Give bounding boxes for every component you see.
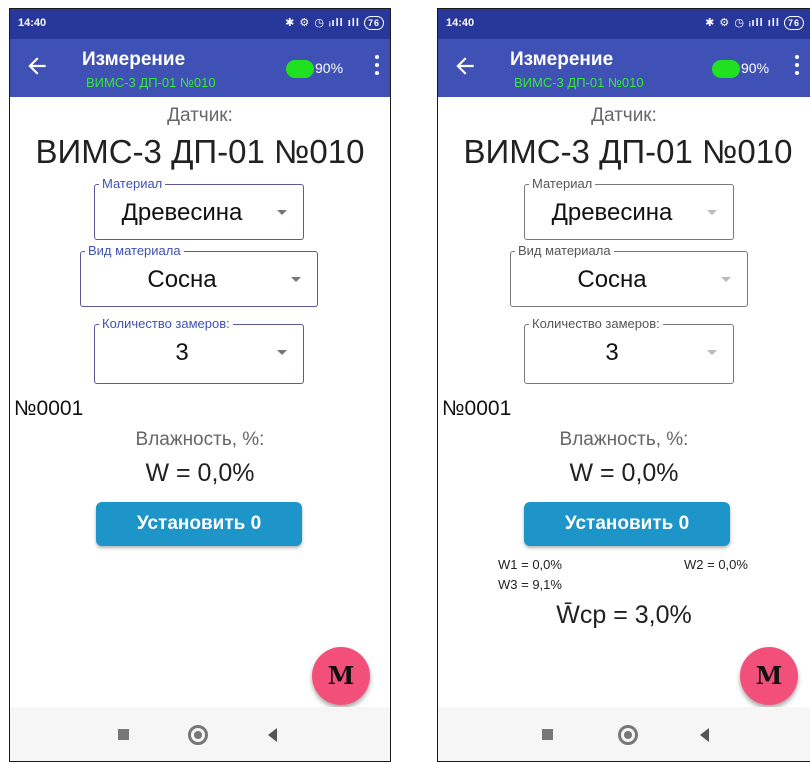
page-title: Измерение: [82, 49, 186, 70]
material-value: Древесина: [121, 199, 243, 226]
chevron-down-icon: [277, 210, 287, 215]
arrow-left-icon[interactable]: [24, 53, 50, 79]
material-dropdown[interactable]: Материал Древесина: [94, 176, 304, 240]
measure-count-value: 3: [175, 339, 189, 366]
sensor-label: Датчик:: [591, 105, 657, 126]
m-logo-icon[interactable]: M: [740, 647, 798, 705]
home-icon[interactable]: [618, 725, 638, 745]
device-subtitle: ВИМС-3 ДП-01 №010: [86, 75, 216, 90]
measure-count-dropdown[interactable]: Количество замеров: 3: [524, 316, 734, 384]
set-zero-button[interactable]: Установить 0: [96, 502, 302, 546]
m-logo-icon[interactable]: M: [312, 647, 370, 705]
material-type-value: Сосна: [147, 266, 217, 293]
status-time: 14:40: [18, 17, 47, 29]
status-icons-glyphs: ✱ ⚙ ◷ ᵢıll ıll: [285, 17, 360, 29]
status-time: 14:40: [446, 17, 475, 29]
more-vert-icon[interactable]: [374, 55, 380, 79]
app-bar: Измерение ВИМС-3 ДП-01 №010 90%: [438, 39, 810, 97]
chevron-down-icon: [277, 350, 287, 355]
material-type-value: Сосна: [577, 266, 647, 293]
recents-icon[interactable]: [542, 729, 553, 740]
more-vert-icon[interactable]: [794, 55, 800, 79]
app-bar: Измерение ВИМС-3 ДП-01 №010 90%: [10, 39, 390, 97]
chevron-down-icon: [291, 277, 301, 282]
device-subtitle: ВИМС-3 ДП-01 №010: [514, 75, 644, 90]
w1-value: W1 = 0,0%: [498, 557, 562, 572]
device-battery-percent: 90%: [741, 60, 770, 76]
recents-icon[interactable]: [118, 729, 129, 740]
battery-status-icon: 76: [783, 16, 804, 30]
material-label: Материал: [529, 176, 596, 191]
page-title: Измерение: [510, 49, 614, 70]
home-icon[interactable]: [188, 725, 208, 745]
measure-count-dropdown[interactable]: Количество замеров: 3: [94, 316, 304, 384]
battery-status-icon: 76: [363, 16, 384, 30]
status-bar: 14:40 ✱ ⚙ ◷ ᵢıll ıll 76: [10, 9, 390, 39]
chevron-down-icon: [707, 350, 717, 355]
measure-count-label: Количество замеров:: [99, 316, 233, 331]
status-icons: ✱ ⚙ ◷ ᵢıll ıll 76: [705, 16, 804, 30]
record-number: №0001: [442, 397, 512, 420]
phone-screen-left: 14:40 ✱ ⚙ ◷ ᵢıll ıll 76 Измерение ВИМС-3…: [9, 8, 391, 762]
arrow-left-icon[interactable]: [452, 53, 478, 79]
phone-screen-right: 14:40 ✱ ⚙ ◷ ᵢıll ıll 76 Измерение ВИМС-3…: [437, 8, 810, 762]
back-triangle-icon[interactable]: [268, 728, 277, 742]
w3-value: W3 = 9,1%: [498, 577, 562, 592]
humidity-label: Влажность, %:: [559, 429, 689, 450]
sensor-name: ВИМС-3 ДП-01 №010: [463, 133, 793, 170]
material-label: Материал: [99, 176, 166, 191]
record-number: №0001: [14, 397, 84, 420]
system-nav-bar: [438, 707, 810, 761]
material-dropdown[interactable]: Материал Древесина: [524, 176, 734, 240]
average-humidity: W̄ср = 3,0%: [556, 601, 692, 629]
material-type-label: Вид материала: [515, 243, 614, 258]
humidity-value: W = 0,0%: [145, 459, 255, 487]
sensor-name: ВИМС-3 ДП-01 №010: [35, 133, 365, 170]
back-triangle-icon[interactable]: [700, 728, 709, 742]
device-battery-icon: [286, 60, 314, 78]
measure-count-value: 3: [605, 339, 619, 366]
humidity-label: Влажность, %:: [135, 429, 265, 450]
system-nav-bar: [10, 707, 390, 761]
status-bar: 14:40 ✱ ⚙ ◷ ᵢıll ıll 76: [438, 9, 810, 39]
sensor-label: Датчик:: [167, 105, 233, 126]
status-icons-glyphs: ✱ ⚙ ◷ ᵢıll ıll: [705, 17, 780, 29]
device-battery-percent: 90%: [315, 60, 344, 76]
humidity-value: W = 0,0%: [569, 459, 679, 487]
material-value: Древесина: [551, 199, 673, 226]
chevron-down-icon: [707, 210, 717, 215]
device-battery-icon: [712, 60, 740, 78]
material-type-dropdown[interactable]: Вид материала Сосна: [510, 243, 748, 307]
w2-value: W2 = 0,0%: [684, 557, 748, 572]
measure-count-label: Количество замеров:: [529, 316, 663, 331]
material-type-label: Вид материала: [85, 243, 184, 258]
status-icons: ✱ ⚙ ◷ ᵢıll ıll 76: [285, 16, 384, 30]
chevron-down-icon: [721, 277, 731, 282]
set-zero-button[interactable]: Установить 0: [524, 502, 730, 546]
material-type-dropdown[interactable]: Вид материала Сосна: [80, 243, 318, 307]
